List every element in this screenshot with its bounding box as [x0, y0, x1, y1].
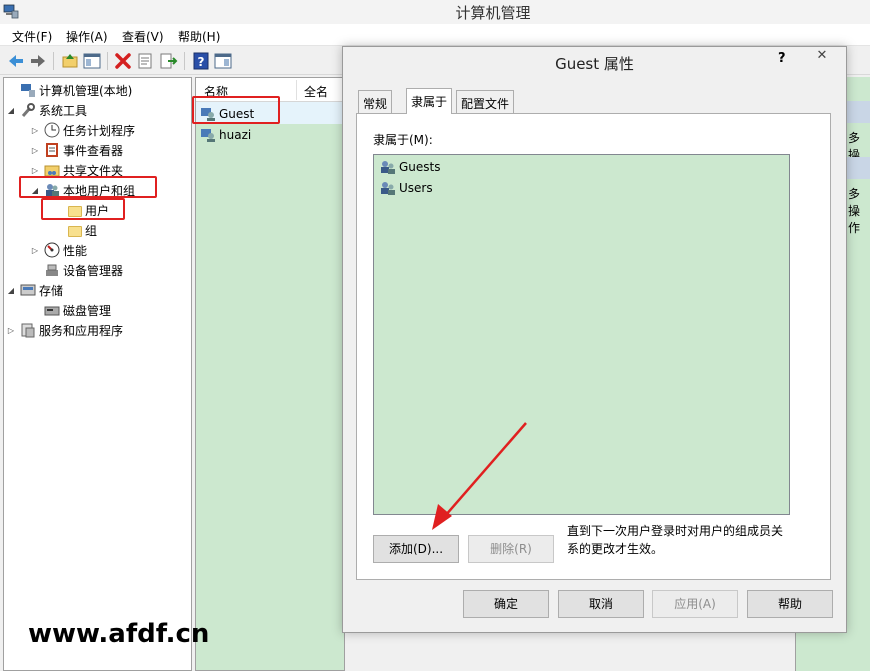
- collapse-arrow-icon[interactable]: ◢: [6, 106, 16, 115]
- show-hide-tree-icon[interactable]: [82, 51, 102, 71]
- dialog-title: Guest 属性: [555, 55, 634, 73]
- group-icon: [381, 161, 395, 174]
- export-list-icon[interactable]: [158, 51, 178, 71]
- tree-label: 服务和应用程序: [39, 323, 124, 338]
- up-folder-icon[interactable]: [60, 51, 80, 71]
- collapse-arrow-icon[interactable]: ◢: [6, 286, 16, 295]
- apply-button[interactable]: 应用(A): [652, 590, 738, 618]
- expand-arrow-icon[interactable]: ▷: [30, 246, 40, 255]
- menu-file[interactable]: 文件(F): [12, 28, 52, 45]
- show-hide-action-icon[interactable]: [213, 51, 233, 71]
- toolbar-separator: [53, 52, 54, 70]
- svg-text:?: ?: [198, 55, 205, 69]
- user-icon: [201, 129, 215, 142]
- group-name: Users: [399, 181, 433, 195]
- tree-item-event-viewer[interactable]: ▷ 事件查看器: [30, 140, 123, 160]
- highlight-box-guest: [192, 96, 280, 124]
- tree-item-storage[interactable]: ◢ 存储: [6, 280, 63, 300]
- device-manager-icon: [46, 264, 58, 276]
- note-line: 系的更改才生效。: [567, 542, 664, 556]
- tree-item-disk-management[interactable]: 磁盘管理: [30, 300, 111, 320]
- expand-arrow-icon[interactable]: ▷: [30, 146, 40, 155]
- tools-icon: [21, 103, 35, 117]
- tree-label: 磁盘管理: [63, 303, 112, 318]
- ok-button[interactable]: 确定: [463, 590, 549, 618]
- tree-item-device-manager[interactable]: 设备管理器: [30, 260, 123, 280]
- tree-label: 设备管理器: [63, 263, 124, 278]
- clock-icon: [44, 122, 60, 138]
- tree-label: 事件查看器: [63, 143, 124, 158]
- note-line: 直到下一次用户登录时对用户的组成员关: [567, 524, 784, 538]
- tree-label: 计算机管理(本地): [39, 83, 133, 98]
- title-bar: 计算机管理: [0, 0, 870, 24]
- tree-label: 性能: [63, 243, 88, 258]
- add-button[interactable]: 添加(D)...: [373, 535, 459, 563]
- tree-label: 存储: [39, 283, 64, 298]
- window-title: 计算机管理: [455, 4, 531, 22]
- member-of-list[interactable]: Guests Users: [373, 154, 790, 515]
- group-icon: [381, 182, 395, 195]
- column-header-fullname[interactable]: 全名: [304, 83, 328, 100]
- help-button[interactable]: 帮助: [747, 590, 833, 618]
- services-icon: [21, 323, 35, 338]
- back-arrow-icon[interactable]: [6, 51, 26, 71]
- help-icon[interactable]: ?: [191, 51, 211, 71]
- storage-icon: [20, 284, 36, 296]
- list-item-group[interactable]: Users: [380, 178, 433, 198]
- list-item-group[interactable]: Guests: [380, 157, 441, 177]
- toolbar-separator: [107, 52, 108, 70]
- member-of-label: 隶属于(M):: [373, 133, 433, 147]
- tab-member-of[interactable]: 隶属于: [406, 88, 453, 114]
- folder-icon: [68, 225, 82, 237]
- tab-panel-member-of: 隶属于(M): Guests Users 添加(D)... 删除(R) 直到下一…: [356, 113, 831, 580]
- tree-item-performance[interactable]: ▷ 性能: [30, 240, 87, 260]
- expand-arrow-icon[interactable]: ▷: [30, 126, 40, 135]
- membership-note: 直到下一次用户登录时对用户的组成员关 系的更改才生效。: [567, 522, 797, 558]
- column-divider[interactable]: [296, 80, 297, 100]
- disk-icon: [44, 306, 60, 316]
- menu-view[interactable]: 查看(V): [122, 28, 164, 45]
- tree-item-groups[interactable]: 组: [54, 220, 97, 240]
- forward-arrow-icon[interactable]: [28, 51, 48, 71]
- list-item[interactable]: huazi: [200, 125, 251, 145]
- tree-item-services-apps[interactable]: ▷ 服务和应用程序: [6, 320, 123, 340]
- expand-arrow-icon[interactable]: ▷: [6, 326, 16, 335]
- action-more[interactable]: 多操作: [848, 185, 870, 236]
- expand-arrow-icon[interactable]: ▷: [30, 166, 40, 175]
- watermark: www.afdf.cn: [28, 619, 210, 649]
- tree-item-root[interactable]: 计算机管理(本地): [6, 80, 132, 100]
- tree-label: 任务计划程序: [63, 123, 136, 138]
- computer-management-icon: [21, 84, 35, 97]
- tree-item-system-tools[interactable]: ◢ 系统工具: [6, 100, 87, 120]
- help-question-icon[interactable]: ?: [778, 51, 786, 66]
- console-tree: 计算机管理(本地) ◢ 系统工具 ▷ 任务计划程序 ▷ 事件查看器 ▷ 共享文件…: [3, 77, 192, 671]
- highlight-box-local-users: [19, 176, 157, 198]
- group-name: Guests: [399, 160, 441, 174]
- guest-properties-dialog: Guest 属性 ? ✕ 常规 隶属于 配置文件 隶属于(M): Guests …: [342, 46, 847, 633]
- user-name: huazi: [219, 128, 252, 142]
- user-list-pane: 名称 全名 Guest huazi: [195, 77, 345, 671]
- tab-general[interactable]: 常规: [358, 90, 393, 113]
- menu-action[interactable]: 操作(A): [66, 28, 108, 45]
- event-viewer-icon: [46, 143, 58, 157]
- properties-icon[interactable]: [135, 51, 155, 71]
- delete-x-icon[interactable]: [113, 51, 133, 71]
- tree-label: 组: [85, 223, 98, 238]
- remove-button[interactable]: 删除(R): [468, 535, 554, 563]
- toolbar-separator: [184, 52, 185, 70]
- performance-icon: [44, 242, 60, 258]
- cancel-button[interactable]: 取消: [558, 590, 644, 618]
- highlight-box-users: [41, 198, 125, 220]
- tree-label: 系统工具: [39, 103, 88, 118]
- tab-profile[interactable]: 配置文件: [456, 90, 515, 113]
- menu-bar: 文件(F) 操作(A) 查看(V) 帮助(H): [0, 24, 870, 46]
- tree-item-task-scheduler[interactable]: ▷ 任务计划程序: [30, 120, 135, 140]
- close-icon[interactable]: ✕: [802, 48, 842, 68]
- menu-help[interactable]: 帮助(H): [178, 28, 220, 45]
